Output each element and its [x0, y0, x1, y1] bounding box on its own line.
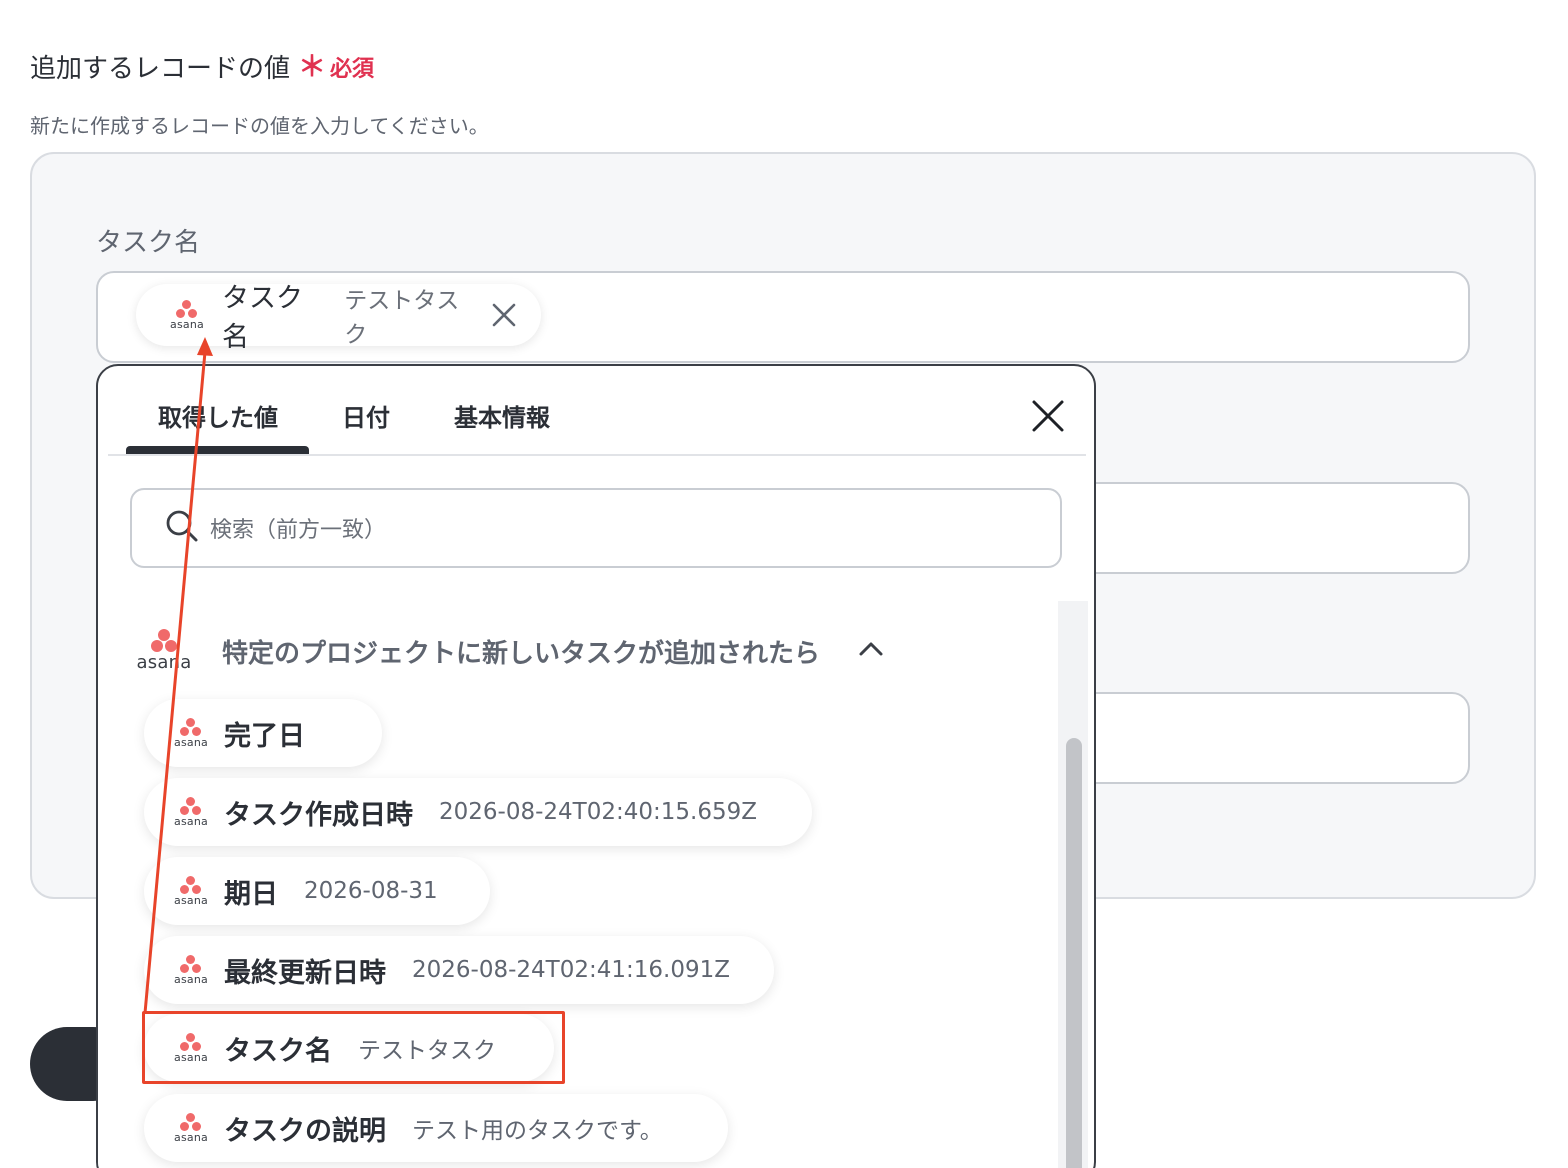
remove-chip-icon[interactable]: [490, 299, 519, 331]
asana-logo-icon: asana: [170, 1112, 212, 1144]
list-item[interactable]: asana タスク作成日時 2026-08-24T02:40:15.659Z: [144, 778, 812, 846]
item-value: 2026-08-24T02:41:16.091Z: [412, 957, 730, 983]
list-item[interactable]: asana 最終更新日時 2026-08-24T02:41:16.091Z: [144, 936, 774, 1004]
asana-logo-icon: asana: [170, 717, 212, 749]
required-badge: ＊ 必須: [298, 51, 374, 83]
section-description: 新たに作成するレコードの値を入力してください。: [30, 114, 489, 138]
list-item[interactable]: asana 期日 2026-08-31: [144, 857, 490, 925]
group-title: 特定のプロジェクトに新しいタスクが追加されたら: [222, 638, 821, 669]
tab-basic-info[interactable]: 基本情報: [454, 398, 550, 433]
item-name: 期日: [224, 878, 278, 910]
item-name: 完了日: [224, 720, 305, 752]
list-item[interactable]: asana タスクの説明 テスト用のタスクです。: [144, 1094, 728, 1162]
popup-tabs: 取得した値 日付 基本情報: [108, 366, 1086, 456]
asana-logo-icon: asana: [170, 796, 212, 828]
asana-logo-icon: asana: [170, 875, 212, 907]
item-value: 2026-08-24T02:40:15.659Z: [439, 799, 757, 825]
list-item[interactable]: asana 完了日: [144, 699, 382, 767]
search-input[interactable]: 検索（前方一致）: [130, 488, 1062, 568]
asana-logo-icon: asana: [166, 299, 208, 331]
selected-value-chip[interactable]: asana タスク名 テストタスク: [136, 283, 541, 353]
chip-name: タスク名: [222, 283, 303, 353]
active-tab-indicator: [126, 446, 309, 454]
search-icon: [164, 508, 200, 548]
tab-acquired-values[interactable]: 取得した値: [158, 398, 278, 433]
item-value: テスト用のタスクです。: [412, 1118, 663, 1144]
required-mark: ＊: [298, 49, 327, 83]
section-title: 追加するレコードの値 ＊ 必須: [30, 48, 374, 85]
required-label: 必須: [330, 56, 375, 82]
chevron-up-icon[interactable]: [858, 640, 884, 662]
item-name: 最終更新日時: [224, 957, 386, 989]
group-header[interactable]: asana 特定のプロジェクトに新しいタスクが追加されたら: [132, 629, 884, 673]
item-name: タスクの説明: [224, 1115, 386, 1147]
tab-date[interactable]: 日付: [342, 398, 390, 433]
highlight-box: [142, 1011, 565, 1084]
close-icon[interactable]: [1028, 396, 1068, 436]
search-placeholder: 検索（前方一致）: [210, 518, 387, 543]
field-label: タスク名: [96, 228, 201, 258]
scrollbar-thumb[interactable]: [1066, 738, 1082, 1168]
section-title-text: 追加するレコードの値: [30, 54, 291, 84]
item-value: 2026-08-31: [304, 878, 438, 904]
item-name: タスク作成日時: [224, 799, 413, 831]
asana-logo-icon: asana: [132, 629, 196, 673]
page: 追加するレコードの値 ＊ 必須 新たに作成するレコードの値を入力してください。 …: [0, 0, 1568, 1168]
asana-logo-icon: asana: [170, 954, 212, 986]
chip-value: テストタスク: [344, 288, 460, 348]
